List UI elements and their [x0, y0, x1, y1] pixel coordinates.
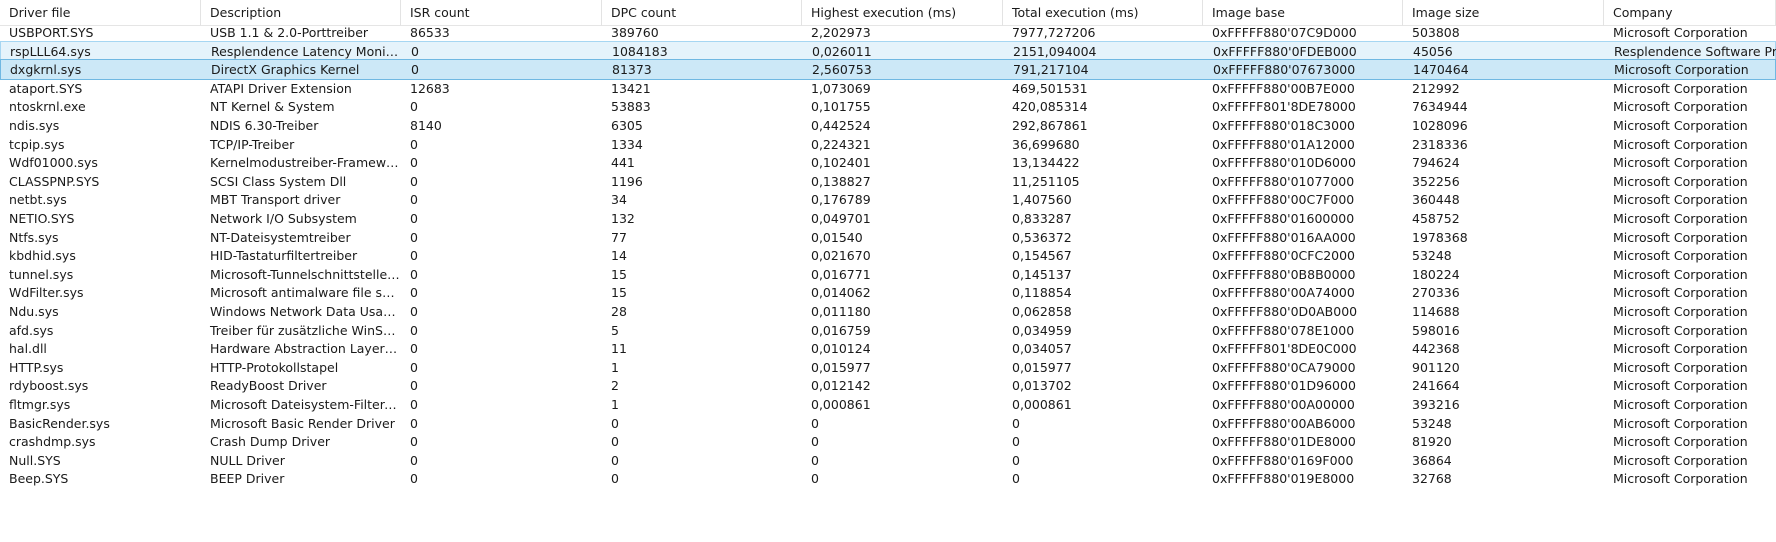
cell-isr-count: 0: [410, 471, 418, 487]
cell-image-size: 1470464: [1413, 62, 1469, 78]
cell-driver-file: rspLLL64.sys: [10, 43, 91, 59]
cell-highest-execution: 2,560753: [812, 62, 872, 78]
cell-isr-count: 0: [411, 43, 419, 59]
cell-image-base: 0xFFFFF880'07673000: [1213, 62, 1356, 78]
table-row[interactable]: Beep.SYS BEEP Driver 0 0 0 0 0xFFFFF880'019E80…: [0, 468, 1776, 489]
cell-isr-count: 0: [411, 62, 419, 78]
cell-highest-execution: 0,026011: [812, 43, 872, 59]
cell-dpc-count: 81373: [612, 62, 652, 78]
cell-image-size: 32768: [1412, 471, 1452, 487]
cell-image-base: 0xFFFFF880'0FDEB000: [1213, 43, 1357, 59]
cell-total-execution: 791,217104: [1013, 62, 1089, 78]
cell-description: BEEP Driver: [210, 471, 285, 487]
cell-company: Microsoft Corporation: [1614, 62, 1749, 78]
cell-description: Resplendence Latency Monitoring and Auxi…: [211, 43, 402, 59]
driver-list-view[interactable]: Driver file Description ISR count DPC co…: [0, 0, 1776, 542]
cell-total-execution: 2151,094004: [1013, 43, 1097, 59]
cell-image-size: 45056: [1413, 43, 1453, 59]
cell-total-execution: 0: [1012, 471, 1020, 487]
cell-description: DirectX Graphics Kernel: [211, 62, 360, 78]
cell-driver-file: Beep.SYS: [9, 471, 69, 487]
cell-highest-execution: 0: [811, 471, 819, 487]
cell-company: Resplendence Software Projects Sp.: [1614, 43, 1776, 59]
cell-dpc-count: 0: [611, 471, 619, 487]
cell-driver-file: dxgkrnl.sys: [10, 62, 82, 78]
cell-dpc-count: 1084183: [612, 43, 668, 59]
cell-company: Microsoft Corporation: [1613, 471, 1748, 487]
cell-image-base: 0xFFFFF880'019E8000: [1212, 471, 1355, 487]
